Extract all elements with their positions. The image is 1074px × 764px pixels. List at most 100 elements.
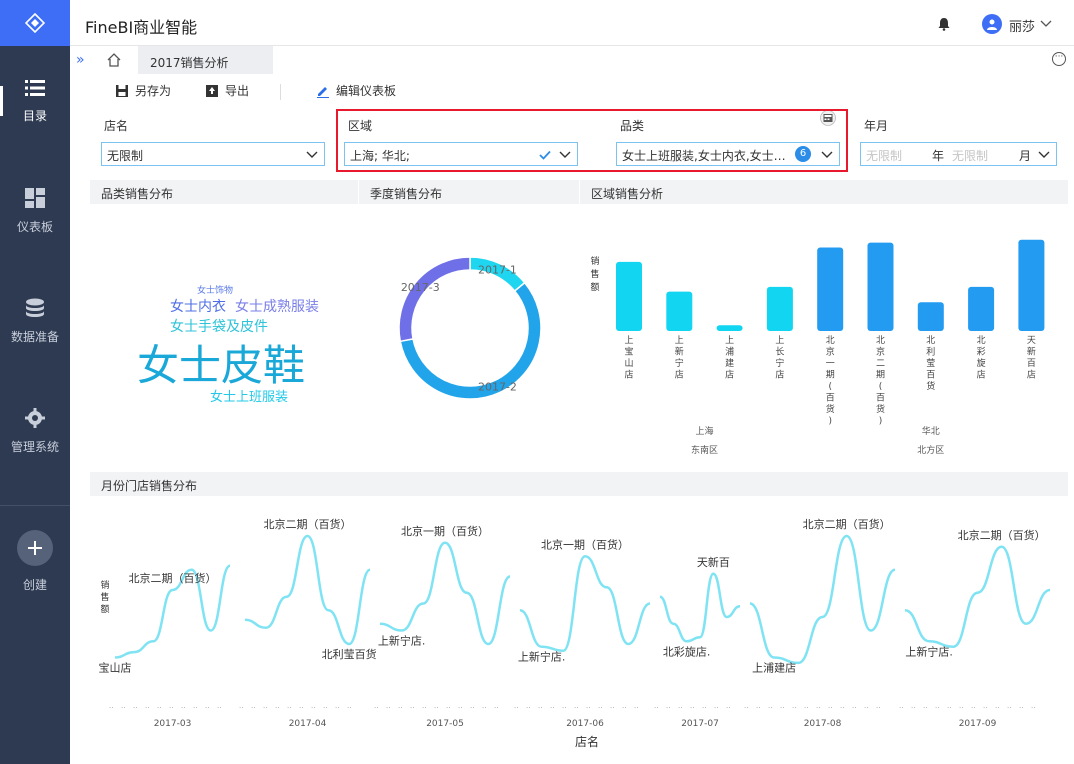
tick-mark: .. xyxy=(422,702,426,710)
tick-mark: .. xyxy=(726,702,730,710)
tick-mark: .. xyxy=(983,702,987,710)
bar[interactable] xyxy=(1018,239,1045,331)
bar[interactable] xyxy=(867,242,894,331)
tick-label: 新 xyxy=(675,346,684,358)
donut-slice-label: 2017-3 xyxy=(401,281,440,294)
group-label: 上海 xyxy=(695,425,713,437)
data-label: 北京二期（百货） xyxy=(958,528,1046,542)
wordcloud-word[interactable]: 女士饰物 xyxy=(197,283,233,296)
donut-slice[interactable] xyxy=(399,281,542,400)
nav-item-admin[interactable]: 管理系统 xyxy=(0,386,70,476)
tick-label: 旋 xyxy=(977,357,986,369)
bar[interactable] xyxy=(716,325,743,331)
tick-mark: .. xyxy=(275,702,279,710)
save-as-label: 另存为 xyxy=(135,84,172,98)
chevron-down-icon[interactable] xyxy=(1040,17,1052,29)
tab-dashboard[interactable]: 2017销售分析 xyxy=(138,46,273,74)
series-line[interactable] xyxy=(749,534,896,665)
series-line[interactable] xyxy=(904,545,1051,648)
tick-mark: .. xyxy=(995,702,999,710)
tick-mark: .. xyxy=(526,702,530,710)
series-line[interactable] xyxy=(244,534,371,646)
tick-mark: .. xyxy=(109,702,113,710)
avatar[interactable] xyxy=(982,14,1002,34)
tick-mark: .. xyxy=(792,702,796,710)
wordcloud-word[interactable]: 女士上班服装 xyxy=(210,386,288,405)
logo[interactable] xyxy=(0,0,70,46)
data-label: 北京二期（百货） xyxy=(129,571,217,585)
bar-widget: 销售额上宝山店上新宁店上浦建店上长宁店北京一期(百货) 北京二期(百货) 北利莹百货… xyxy=(580,204,1068,466)
donut-slice-label: 2017-1 xyxy=(478,264,517,277)
bar[interactable] xyxy=(666,291,693,331)
bell-icon[interactable] xyxy=(937,17,951,31)
donut-slice[interactable] xyxy=(398,256,471,343)
yearmonth-select[interactable]: 无限制 年 无限制 月 xyxy=(860,142,1057,166)
tab-bar: » 2017销售分析 ··· xyxy=(70,46,1074,74)
month-label: 2017-03 xyxy=(154,719,192,729)
tick-mark: .. xyxy=(470,702,474,710)
tick-label: ( xyxy=(828,382,832,392)
tick-label: 货 xyxy=(876,403,885,415)
tick-label: 店 xyxy=(675,369,684,381)
y-axis-label: 额 xyxy=(590,281,599,293)
save-as-button[interactable]: 另存为 xyxy=(115,82,171,99)
wordcloud-word[interactable]: 女士成熟服装 xyxy=(235,296,319,316)
edit-dashboard-label: 编辑仪表板 xyxy=(336,84,397,98)
donut-slice-label: 2017-2 xyxy=(478,380,517,393)
more-options-icon[interactable]: ··· xyxy=(1052,52,1066,66)
bar[interactable] xyxy=(968,286,995,331)
expand-sidebar-icon[interactable]: » xyxy=(76,52,85,68)
bar[interactable] xyxy=(917,302,944,331)
month-label: 2017-08 xyxy=(804,719,842,729)
tick-mark: .. xyxy=(899,702,903,710)
wordcloud-word[interactable]: 女士皮鞋 xyxy=(137,332,305,393)
filter-label-yearmonth: 年月 xyxy=(864,119,889,133)
nav-item-catalog[interactable]: 目录 xyxy=(0,56,70,146)
create-button[interactable] xyxy=(17,529,53,566)
data-label: 北利莹百货 xyxy=(322,647,377,661)
gear-icon xyxy=(25,407,45,428)
store-select[interactable]: 无限制 xyxy=(101,142,325,166)
bar[interactable] xyxy=(766,286,793,331)
tick-label: 北 xyxy=(826,335,835,346)
tick-label: 百 xyxy=(1027,358,1036,369)
tick-mark: .. xyxy=(239,702,243,710)
export-button[interactable]: 导出 xyxy=(205,82,249,99)
tick-mark: .. xyxy=(1007,702,1011,710)
tick-mark: .. xyxy=(702,702,706,710)
bar[interactable] xyxy=(616,261,642,331)
nav-item-create[interactable]: 创建 xyxy=(0,516,70,606)
tick-mark: .. xyxy=(574,702,578,710)
month-label: 2017-09 xyxy=(959,719,997,729)
tick-label: ) xyxy=(828,417,832,427)
tick-mark: .. xyxy=(311,702,315,710)
tick-label: ) xyxy=(879,417,883,427)
home-icon[interactable] xyxy=(106,52,122,68)
tick-label: 期 xyxy=(826,370,835,381)
tick-mark: .. xyxy=(959,702,963,710)
wordcloud-word[interactable]: 女士内衣 xyxy=(170,296,226,316)
x-axis-label: 店名 xyxy=(575,734,599,749)
series-line[interactable] xyxy=(379,541,511,646)
series-line[interactable] xyxy=(519,554,651,653)
tick-label: ( xyxy=(879,382,883,392)
tick-mark: .. xyxy=(386,702,390,710)
series-line[interactable] xyxy=(659,572,741,643)
dashboard-icon xyxy=(25,187,45,208)
tick-label: 北 xyxy=(977,335,986,346)
tick-label: 百 xyxy=(876,393,885,404)
tick-mark: .. xyxy=(538,702,542,710)
nav-item-dashboard[interactable]: 仪表板 xyxy=(0,166,70,256)
group-sublabel: 东南区 xyxy=(691,444,718,456)
tick-mark: .. xyxy=(678,702,682,710)
bar[interactable] xyxy=(817,247,844,331)
year-unit: 年 xyxy=(932,149,945,163)
tick-mark: .. xyxy=(287,702,291,710)
nav-item-data-prep[interactable]: 数据准备 xyxy=(0,276,70,366)
edit-dashboard-button[interactable]: 编辑仪表板 xyxy=(316,82,396,99)
tick-mark: .. xyxy=(971,702,975,710)
tick-mark: .. xyxy=(947,702,951,710)
user-name[interactable]: 丽莎 xyxy=(1009,16,1035,35)
tick-mark: .. xyxy=(335,702,339,710)
tick-label: 店 xyxy=(977,369,986,381)
